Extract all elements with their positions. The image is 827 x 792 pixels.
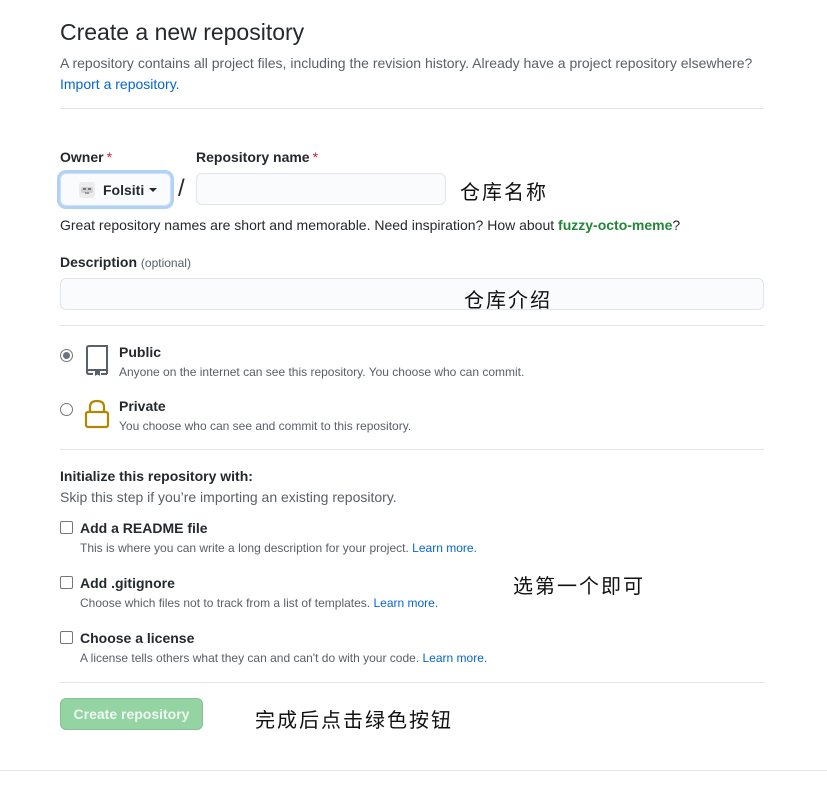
divider bbox=[60, 325, 764, 326]
repo-name-required-mark: * bbox=[312, 149, 319, 165]
private-option-description: You choose who can see and commit to thi… bbox=[119, 419, 412, 433]
init-annotation: 选第一个即可 bbox=[513, 574, 645, 598]
divider bbox=[60, 682, 764, 683]
license-checkbox[interactable] bbox=[60, 631, 73, 644]
gitignore-option-description: Choose which files not to track from a l… bbox=[80, 596, 439, 610]
gitignore-checkbox[interactable] bbox=[60, 576, 73, 589]
owner-avatar-icon bbox=[79, 181, 95, 198]
owner-required-mark: * bbox=[106, 149, 113, 165]
readme-learn-more-link[interactable]: Learn more. bbox=[412, 541, 477, 555]
owner-repo-separator: / bbox=[178, 175, 185, 202]
description-annotation: 仓库介绍 bbox=[464, 288, 552, 312]
description-label: Description (optional) bbox=[60, 254, 191, 270]
repo-book-icon bbox=[84, 345, 110, 382]
divider bbox=[60, 108, 764, 109]
create-repository-button[interactable]: Create repository bbox=[60, 698, 203, 730]
owner-value: Folsiti bbox=[103, 181, 145, 198]
optional-tag: (optional) bbox=[140, 256, 191, 270]
private-radio[interactable] bbox=[60, 403, 73, 416]
lead-text: A repository contains all project files,… bbox=[60, 55, 753, 71]
public-radio[interactable] bbox=[60, 349, 73, 362]
license-option-description: A license tells others what they can and… bbox=[80, 651, 488, 665]
chevron-down-icon bbox=[149, 187, 158, 192]
repository-name-label: Repository name * bbox=[196, 149, 319, 165]
init-title: Initialize this repository with: bbox=[60, 468, 253, 484]
gitignore-learn-more-link[interactable]: Learn more. bbox=[373, 596, 438, 610]
license-learn-more-link[interactable]: Learn more. bbox=[423, 651, 488, 665]
suggested-name[interactable]: fuzzy-octo-meme bbox=[558, 217, 672, 233]
gitignore-option-title[interactable]: Add .gitignore bbox=[80, 575, 175, 591]
readme-option-description: This is where you can write a long descr… bbox=[80, 541, 477, 555]
owner-select-button[interactable]: Folsiti bbox=[60, 173, 171, 206]
public-option-description: Anyone on the internet can see this repo… bbox=[119, 365, 525, 379]
description-input[interactable] bbox=[60, 278, 764, 310]
submit-annotation: 完成后点击绿色按钮 bbox=[255, 708, 453, 732]
license-option-title[interactable]: Choose a license bbox=[80, 630, 194, 646]
owner-label: Owner * bbox=[60, 149, 113, 165]
page-lead: A repository contains all project files,… bbox=[60, 53, 770, 95]
import-repository-link[interactable]: Import a repository. bbox=[60, 76, 180, 92]
private-option-title[interactable]: Private bbox=[119, 398, 166, 414]
divider bbox=[60, 449, 764, 450]
lock-icon bbox=[84, 399, 110, 434]
page-title: Create a new repository bbox=[60, 19, 305, 45]
readme-option-title[interactable]: Add a README file bbox=[80, 520, 208, 536]
footer-divider bbox=[0, 770, 827, 771]
repository-name-input[interactable] bbox=[196, 173, 446, 205]
readme-checkbox[interactable] bbox=[60, 521, 73, 534]
name-hint: Great repository names are short and mem… bbox=[60, 217, 681, 233]
public-option-title[interactable]: Public bbox=[119, 344, 161, 360]
repo-name-annotation: 仓库名称 bbox=[460, 180, 548, 204]
init-subtitle: Skip this step if you’re importing an ex… bbox=[60, 489, 397, 505]
